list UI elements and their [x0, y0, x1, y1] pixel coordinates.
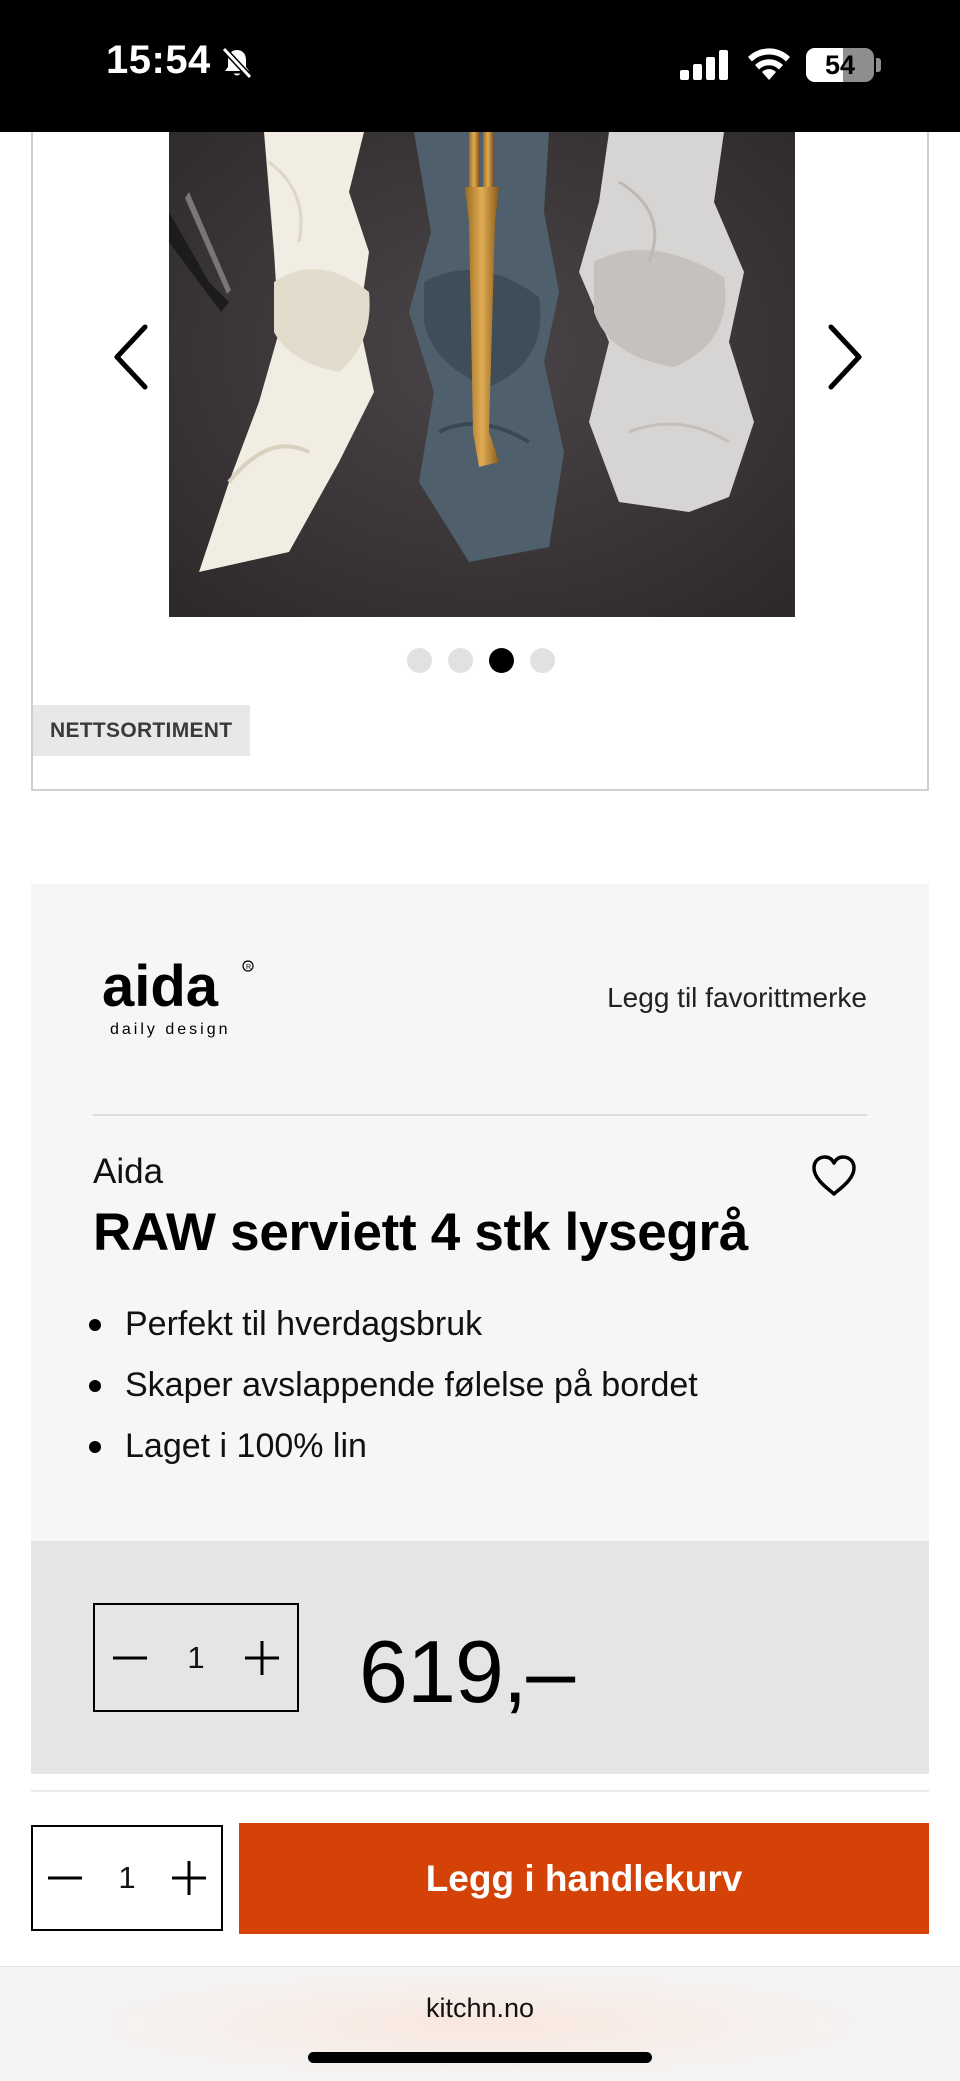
heart-icon[interactable]	[810, 1154, 858, 1198]
url-label[interactable]: kitchn.no	[0, 1993, 960, 2024]
carousel-dot[interactable]	[530, 648, 555, 673]
cellular-signal-icon	[680, 50, 728, 80]
battery-level: 54	[824, 50, 856, 80]
add-favorite-brand-link[interactable]: Legg til favorittmerke	[607, 982, 867, 1014]
feature-item: Laget i 100% lin	[81, 1426, 698, 1487]
chevron-left-icon[interactable]	[103, 317, 163, 397]
product-title: RAW serviett 4 stk lysegrå	[93, 1203, 749, 1262]
chevron-right-icon[interactable]	[813, 317, 873, 397]
availability-badge: NETTSORTIMENT	[33, 705, 250, 756]
battery-icon: 54	[806, 48, 874, 82]
add-to-cart-button[interactable]: Legg i handlekurv	[239, 1823, 929, 1934]
carousel-dots	[407, 648, 555, 673]
increase-quantity-button[interactable]	[227, 1605, 297, 1710]
logo-tagline: daily design	[110, 1021, 231, 1038]
product-price: 619,–	[359, 1622, 575, 1721]
logo-word: aida	[102, 954, 219, 1019]
bell-muted-icon	[221, 46, 253, 80]
status-time: 15:54	[106, 38, 211, 82]
price-section: 1 619,–	[31, 1541, 929, 1774]
product-gallery: NETTSORTIMENT	[31, 132, 929, 791]
svg-text:R: R	[246, 964, 251, 971]
divider	[93, 1114, 867, 1116]
feature-item: Perfekt til hverdagsbruk	[81, 1304, 698, 1365]
home-indicator[interactable]	[308, 2052, 652, 2063]
browser-bar-glow	[60, 1967, 900, 2081]
status-bar: 15:54 54	[0, 0, 960, 132]
sticky-quantity-value[interactable]: 1	[97, 1860, 157, 1896]
sticky-decrease-quantity-button[interactable]	[33, 1827, 97, 1929]
quantity-value[interactable]: 1	[165, 1640, 227, 1676]
sticky-increase-quantity-button[interactable]	[157, 1827, 221, 1929]
sticky-quantity-stepper: 1	[31, 1825, 223, 1931]
product-info-panel: aida R daily design Legg til favorittmer…	[31, 884, 929, 1774]
minus-icon	[48, 1876, 82, 1880]
carousel-dot-active[interactable]	[489, 648, 514, 673]
product-brand[interactable]: Aida	[93, 1152, 163, 1192]
aida-brand-logo[interactable]: aida R daily design	[100, 954, 260, 1044]
quantity-stepper: 1	[93, 1603, 299, 1712]
napkins-photo	[169, 132, 795, 617]
wifi-icon	[748, 48, 790, 80]
feature-list: Perfekt til hverdagsbruk Skaper avslappe…	[81, 1304, 698, 1487]
sticky-bar-divider	[31, 1790, 929, 1792]
browser-address-bar: kitchn.no	[0, 1966, 960, 2081]
product-image[interactable]	[169, 132, 795, 617]
carousel-dot[interactable]	[407, 648, 432, 673]
minus-icon	[113, 1656, 147, 1659]
feature-item: Skaper avslappende følelse på bordet	[81, 1365, 698, 1426]
battery-terminal	[876, 58, 881, 72]
plus-icon	[172, 1861, 206, 1895]
plus-icon	[245, 1640, 279, 1675]
decrease-quantity-button[interactable]	[95, 1605, 165, 1710]
carousel-dot[interactable]	[448, 648, 473, 673]
